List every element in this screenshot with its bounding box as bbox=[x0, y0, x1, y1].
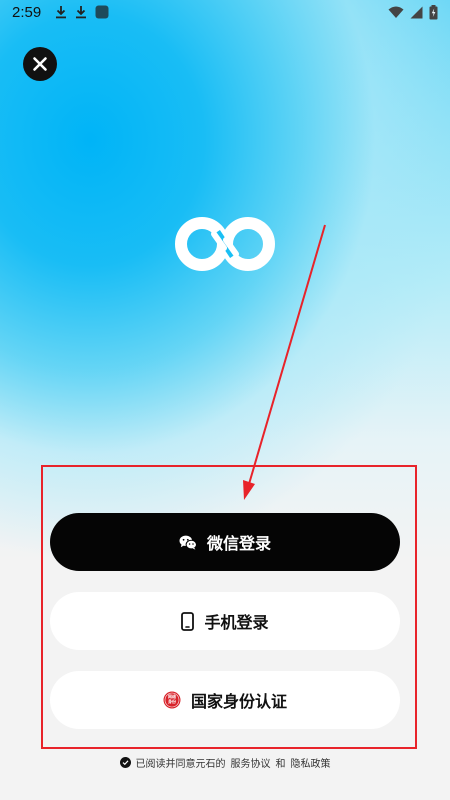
agreement-and: 和 bbox=[275, 758, 286, 770]
close-icon bbox=[32, 56, 48, 72]
infinity-logo-icon bbox=[173, 216, 277, 276]
status-system bbox=[388, 4, 438, 20]
app-icon bbox=[95, 5, 109, 19]
checkbox-checked-icon[interactable] bbox=[119, 756, 131, 768]
status-bar: 2:59 bbox=[0, 0, 450, 24]
download-icon bbox=[75, 5, 87, 19]
service-agreement-link[interactable]: 服务协议 bbox=[231, 755, 271, 770]
national-id-badge-text: 网络身份 bbox=[167, 694, 176, 704]
download-icon bbox=[55, 5, 67, 19]
agreement-row: 已阅读并同意元石的 服务协议 和 隐私政策 bbox=[0, 754, 450, 770]
phone-icon bbox=[181, 611, 195, 631]
signal-icon bbox=[410, 6, 423, 19]
wechat-icon bbox=[179, 535, 197, 550]
agreement-prefix: 已阅读并同意元石的 bbox=[135, 758, 226, 770]
status-notifications bbox=[55, 5, 109, 19]
phone-login-label: 手机登录 bbox=[204, 613, 269, 632]
wechat-login-label: 微信登录 bbox=[206, 534, 271, 553]
national-id-login-button[interactable]: 网络身份 国家身份认证 bbox=[50, 671, 400, 729]
wifi-icon bbox=[388, 6, 404, 19]
app-logo bbox=[173, 216, 277, 272]
battery-icon bbox=[429, 4, 438, 20]
national-id-badge-icon: 网络身份 bbox=[163, 691, 181, 709]
wechat-login-button[interactable]: 微信登录 bbox=[50, 513, 400, 571]
privacy-policy-link[interactable]: 隐私政策 bbox=[291, 755, 331, 770]
phone-login-button[interactable]: 手机登录 bbox=[50, 592, 400, 650]
close-button[interactable] bbox=[23, 47, 57, 81]
status-time: 2:59 bbox=[12, 3, 42, 21]
national-id-login-label: 国家身份认证 bbox=[190, 692, 287, 711]
